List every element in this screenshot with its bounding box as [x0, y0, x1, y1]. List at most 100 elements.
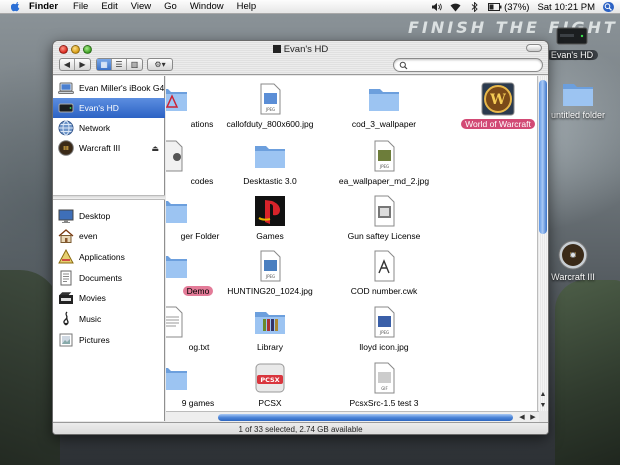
file-icon	[166, 140, 183, 172]
file-label: HUNTING20_1024.jpg	[227, 286, 313, 296]
back-forward-buttons[interactable]: ◀ ▶	[59, 58, 91, 71]
sidebar-item-ibook[interactable]: Evan Miller's iBook G4	[53, 78, 165, 98]
sidebar: Evan Miller's iBook G4 Evan's HD Network…	[53, 76, 165, 421]
sidebar-item-documents[interactable]: Documents	[53, 268, 165, 288]
hard-drive-icon	[58, 103, 74, 113]
text-file-icon	[166, 306, 183, 338]
window-title: Evan's HD	[53, 44, 548, 55]
menu-app-name[interactable]: Finder	[29, 1, 58, 12]
hard-drive-icon	[272, 45, 281, 53]
file-label: Games	[256, 231, 284, 241]
sidebar-item-label: Movies	[79, 293, 106, 303]
file-item-pcsxsrc[interactable]: GIF PcsxSrc-1.5 test 3	[314, 361, 454, 408]
file-label: Gun saftey License	[347, 231, 421, 241]
view-mode-control[interactable]: ▦ ☰ ▥	[96, 58, 143, 71]
sidebar-item-label: Evan Miller's iBook G4	[79, 83, 165, 93]
scroll-up-arrow-icon[interactable]: ▲	[538, 389, 548, 399]
search-icon	[399, 61, 408, 69]
scroll-right-arrow-icon[interactable]: ▶	[528, 412, 538, 422]
action-menu-button[interactable]: ⚙▾	[147, 58, 173, 71]
menu-help[interactable]: Help	[237, 1, 257, 12]
menu-edit[interactable]: Edit	[101, 1, 117, 12]
window-title-text: Evan's HD	[283, 44, 329, 55]
forward-arrow-icon[interactable]: ▶	[75, 59, 90, 70]
toolbar-toggle-button[interactable]	[526, 44, 542, 52]
sidebar-item-home[interactable]: even	[53, 226, 165, 246]
home-icon	[58, 229, 74, 243]
desktop-icon-label: Warcraft III	[551, 272, 595, 282]
hard-drive-icon	[556, 27, 588, 45]
vertical-scroll-thumb[interactable]	[539, 80, 547, 234]
file-label: PCSX	[258, 398, 282, 408]
finder-window: Evan's HD ◀ ▶ ▦ ☰ ▥ ⚙▾ Evan Miller's iBo…	[52, 40, 549, 435]
eject-icon[interactable]: ⏏	[151, 144, 159, 153]
svg-text:III: III	[63, 146, 69, 152]
sidebar-item-applications[interactable]: Applications	[53, 247, 165, 267]
sidebar-item-label: Documents	[79, 273, 122, 283]
documents-icon	[60, 270, 72, 286]
file-label: PcsxSrc-1.5 test 3	[349, 398, 419, 408]
jpeg-file-icon: JPEG	[374, 140, 395, 172]
menu-window[interactable]: Window	[190, 1, 224, 12]
bluetooth-icon[interactable]	[469, 2, 480, 12]
battery-icon	[488, 3, 502, 11]
gif-file-icon: GIF	[374, 362, 395, 394]
menu-clock[interactable]: Sat 10:21 PM	[537, 2, 595, 13]
sidebar-item-movies[interactable]: Movies	[53, 288, 165, 308]
spotlight-icon[interactable]	[603, 2, 614, 12]
menu-go[interactable]: Go	[164, 1, 177, 12]
horizontal-scroll-thumb[interactable]	[218, 414, 513, 421]
wow-app-icon: W	[481, 82, 515, 116]
sidebar-item-label: even	[79, 231, 98, 241]
file-item-cod-number[interactable]: COD number.cwk	[314, 249, 454, 296]
menu-file[interactable]: File	[73, 1, 88, 12]
sidebar-item-warcraft-iii[interactable]: III Warcraft III ⏏	[53, 138, 165, 158]
scroll-down-arrow-icon[interactable]: ▼	[538, 400, 548, 410]
folder-icon	[166, 256, 187, 278]
file-item-world-of-warcraft[interactable]: W World of Warcraft	[428, 82, 539, 129]
battery-percent: (37%)	[504, 1, 530, 13]
file-item-ea-wallpaper[interactable]: JPEG ea_wallpaper_md_2.jpg	[314, 139, 454, 186]
column-view-icon[interactable]: ▥	[127, 59, 142, 70]
back-arrow-icon[interactable]: ◀	[60, 59, 75, 70]
file-item-lloyd-icon[interactable]: JPEG lloyd icon.jpg	[314, 305, 454, 352]
sidebar-item-pictures[interactable]: Pictures	[53, 330, 165, 350]
sidebar-item-network[interactable]: Network	[53, 118, 165, 138]
wifi-icon[interactable]	[450, 2, 461, 12]
jpeg-file-icon: JPEG	[260, 83, 281, 115]
svg-text:JPEG: JPEG	[265, 107, 275, 112]
file-label: lloyd icon.jpg	[359, 342, 409, 352]
library-folder-icon	[255, 312, 285, 334]
scroll-left-arrow-icon[interactable]: ◀	[517, 412, 527, 422]
sidebar-item-music[interactable]: Music	[53, 309, 165, 329]
sidebar-item-label: Pictures	[79, 335, 110, 345]
network-icon	[58, 120, 74, 136]
cd-disc-icon: III	[558, 240, 588, 270]
sidebar-item-desktop[interactable]: Desktop	[53, 206, 165, 226]
applications-icon	[58, 249, 74, 264]
svg-text:W: W	[489, 92, 506, 108]
volume-icon[interactable]	[431, 2, 442, 12]
list-view-icon[interactable]: ☰	[112, 59, 127, 70]
battery-status[interactable]: (37%)	[488, 2, 529, 13]
file-label: Desktastic 3.0	[243, 176, 297, 186]
menu-extras: (37%) Sat 10:21 PM	[431, 0, 614, 14]
desktop-icon	[58, 209, 74, 223]
applications-folder-icon	[166, 89, 187, 111]
file-item-gun-safety-license[interactable]: Gun saftey License	[314, 194, 454, 241]
playstation-icon	[255, 196, 285, 226]
search-field[interactable]	[393, 58, 543, 72]
wallpaper-figure	[555, 280, 620, 465]
apple-menu-icon[interactable]	[11, 1, 21, 12]
horizontal-scrollbar[interactable]: ◀ ▶	[166, 411, 539, 422]
sidebar-divider[interactable]	[53, 195, 165, 200]
vertical-scrollbar[interactable]: ▲ ▼	[537, 76, 548, 411]
icon-view-icon[interactable]: ▦	[97, 59, 112, 70]
sidebar-item-label: Evan's HD	[79, 103, 119, 113]
window-toolbar[interactable]: Evan's HD ◀ ▶ ▦ ☰ ▥ ⚙▾	[53, 41, 548, 75]
file-icon-grid[interactable]: ations JPEG callofduty_800x600.jpg cod_3…	[166, 76, 539, 411]
sidebar-item-evans-hd[interactable]: Evan's HD	[53, 98, 165, 118]
sidebar-item-label: Warcraft III	[79, 143, 121, 153]
status-bar: 1 of 33 selected, 2.74 GB available	[53, 422, 548, 434]
menu-view[interactable]: View	[131, 1, 151, 12]
